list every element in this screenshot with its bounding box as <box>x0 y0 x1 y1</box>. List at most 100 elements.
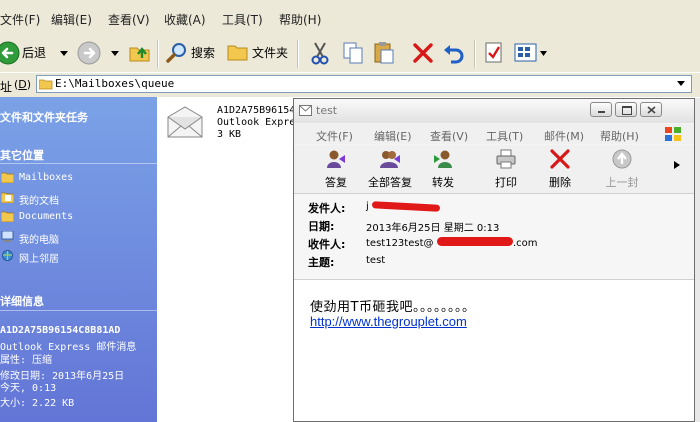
explorer-menubar: 文件(F) 编辑(E) 查看(V) 收藏(A) 工具(T) 帮助(H) <box>0 0 700 37</box>
cut-icon[interactable] <box>309 41 331 65</box>
scrollbar[interactable] <box>695 98 700 422</box>
folder-up-icon[interactable] <box>128 40 152 64</box>
message-titlebar[interactable]: test <box>294 99 694 123</box>
menu-edit[interactable]: 编辑(E) <box>51 11 92 28</box>
folder-icon[interactable] <box>227 42 249 62</box>
email-envelope-icon <box>167 106 203 138</box>
details-modified-time: 今天, 0:13 <box>0 383 57 394</box>
menu-view[interactable]: 查看(V) <box>108 11 150 28</box>
task-pane: 文件和文件夹任务 其它位置 Mailboxes 我的文档 Documents 我… <box>0 97 157 422</box>
to-value-suffix: .com <box>513 238 538 249</box>
close-button[interactable] <box>640 102 662 117</box>
subject-value: test <box>366 255 386 266</box>
address-bar: 址 (D) E:\Mailboxes\queue <box>0 72 700 98</box>
views-icon[interactable] <box>514 41 538 65</box>
address-label: 址 <box>0 80 13 94</box>
print-label: 打印 <box>495 176 517 189</box>
folder-icon <box>1 172 14 183</box>
details-attributes: 属性: 压缩 <box>0 355 53 366</box>
place-link-documents[interactable]: Documents <box>19 211 73 222</box>
from-label: 发件人: <box>308 202 346 215</box>
reply-label: 答复 <box>325 176 347 189</box>
reply-button[interactable]: 答复 <box>306 145 366 191</box>
folder-icon <box>1 211 14 222</box>
forward-button[interactable]: 转发 <box>413 145 473 191</box>
address-path: E:\Mailboxes\queue <box>55 77 175 90</box>
previous-message-button[interactable]: 上一封 <box>592 145 652 191</box>
forward-icon <box>434 150 452 168</box>
chevron-down-icon[interactable] <box>677 81 685 86</box>
date-label: 日期: <box>308 220 335 233</box>
reply-all-label: 全部答复 <box>368 176 412 189</box>
msg-menu-help[interactable]: 帮助(H) <box>600 128 639 144</box>
forward-arrow-icon[interactable] <box>77 41 101 65</box>
msg-menu-edit[interactable]: 编辑(E) <box>374 128 412 144</box>
reply-all-icon <box>380 151 400 168</box>
place-link-mailboxes[interactable]: Mailboxes <box>19 172 73 183</box>
delete-button[interactable]: 删除 <box>530 145 590 191</box>
msg-menu-view[interactable]: 查看(V) <box>430 128 468 144</box>
file-size: 3 KB <box>217 129 242 140</box>
copy-icon[interactable] <box>342 41 364 65</box>
body-text: 使劲用T币砸我吧。。。。。。。。 <box>310 300 476 315</box>
redaction-mark <box>371 201 441 212</box>
windows-logo-icon <box>665 127 681 141</box>
details-title[interactable]: 详细信息 <box>0 293 44 309</box>
paste-icon[interactable] <box>373 41 395 65</box>
minimize-button[interactable] <box>590 102 612 117</box>
to-label: 收件人: <box>308 238 346 251</box>
network-icon <box>2 250 13 261</box>
forward-label: 转发 <box>432 176 454 189</box>
back-arrow-icon[interactable] <box>0 41 20 65</box>
undo-icon[interactable] <box>443 42 465 64</box>
delete-label: 删除 <box>549 176 571 189</box>
place-link-my-computer[interactable]: 我的电脑 <box>19 231 59 246</box>
details-size: 大小: 2.22 KB <box>0 398 75 409</box>
reply-all-button[interactable]: 全部答复 <box>360 145 420 191</box>
delete-x-icon <box>550 149 570 169</box>
menu-favorites[interactable]: 收藏(A) <box>164 11 206 28</box>
menu-file[interactable]: 文件(F) <box>0 11 40 28</box>
other-places-title[interactable]: 其它位置 <box>0 147 44 163</box>
chevron-right-icon[interactable] <box>674 161 680 169</box>
printer-icon <box>496 149 516 169</box>
file-name: A1D2A75B961540 <box>217 105 302 116</box>
back-button-label[interactable]: 后退 <box>22 44 46 61</box>
properties-icon[interactable] <box>484 41 504 65</box>
chevron-down-icon[interactable] <box>540 51 547 56</box>
body-link[interactable]: http://www.thegrouplet.com <box>310 314 467 329</box>
tasks-section-title[interactable]: 文件和文件夹任务 <box>0 109 88 125</box>
close-icon <box>647 106 656 114</box>
search-button-label[interactable]: 搜索 <box>191 44 215 61</box>
folders-button-label[interactable]: 文件夹 <box>252 44 288 61</box>
computer-icon <box>1 231 14 242</box>
print-button[interactable]: 打印 <box>476 145 536 191</box>
place-link-my-documents[interactable]: 我的文档 <box>19 192 59 207</box>
details-file-name: A1D2A75B96154C8B81AD <box>0 325 121 336</box>
date-value: 2013年6月25日 星期二 0:13 <box>366 223 500 234</box>
msg-menu-file[interactable]: 文件(F) <box>316 128 353 144</box>
subject-label: 主题: <box>308 256 335 269</box>
message-menubar: 文件(F) 编辑(E) 查看(V) 工具(T) 邮件(M) 帮助(H) <box>294 124 694 144</box>
up-arrow-icon <box>612 149 632 169</box>
menu-tools[interactable]: 工具(T) <box>222 11 263 28</box>
explorer-toolbar: 后退 搜索 文件夹 <box>0 36 700 72</box>
place-link-network[interactable]: 网上邻居 <box>19 250 59 265</box>
msg-menu-message[interactable]: 邮件(M) <box>544 128 584 144</box>
chevron-down-icon[interactable] <box>111 51 119 56</box>
redaction-mark <box>437 237 513 246</box>
to-value-prefix: test123test@ <box>366 238 434 249</box>
message-window-title: test <box>316 104 338 117</box>
message-toolbar: 答复 全部答复 转发 打印 删除 上一封 <box>294 145 694 194</box>
reply-icon <box>327 150 345 168</box>
maximize-button[interactable] <box>615 102 637 117</box>
menu-help[interactable]: 帮助(H) <box>279 11 321 28</box>
msg-menu-tools[interactable]: 工具(T) <box>486 128 523 144</box>
address-input[interactable]: E:\Mailboxes\queue <box>36 75 692 93</box>
message-body: 使劲用T币砸我吧。。。。。。。。 http://www.thegrouplet.… <box>294 280 694 421</box>
folder-icon <box>39 79 53 90</box>
search-icon[interactable] <box>166 41 188 63</box>
chevron-down-icon[interactable] <box>60 51 68 56</box>
delete-x-icon[interactable] <box>412 42 434 64</box>
previous-message-label: 上一封 <box>605 176 639 189</box>
